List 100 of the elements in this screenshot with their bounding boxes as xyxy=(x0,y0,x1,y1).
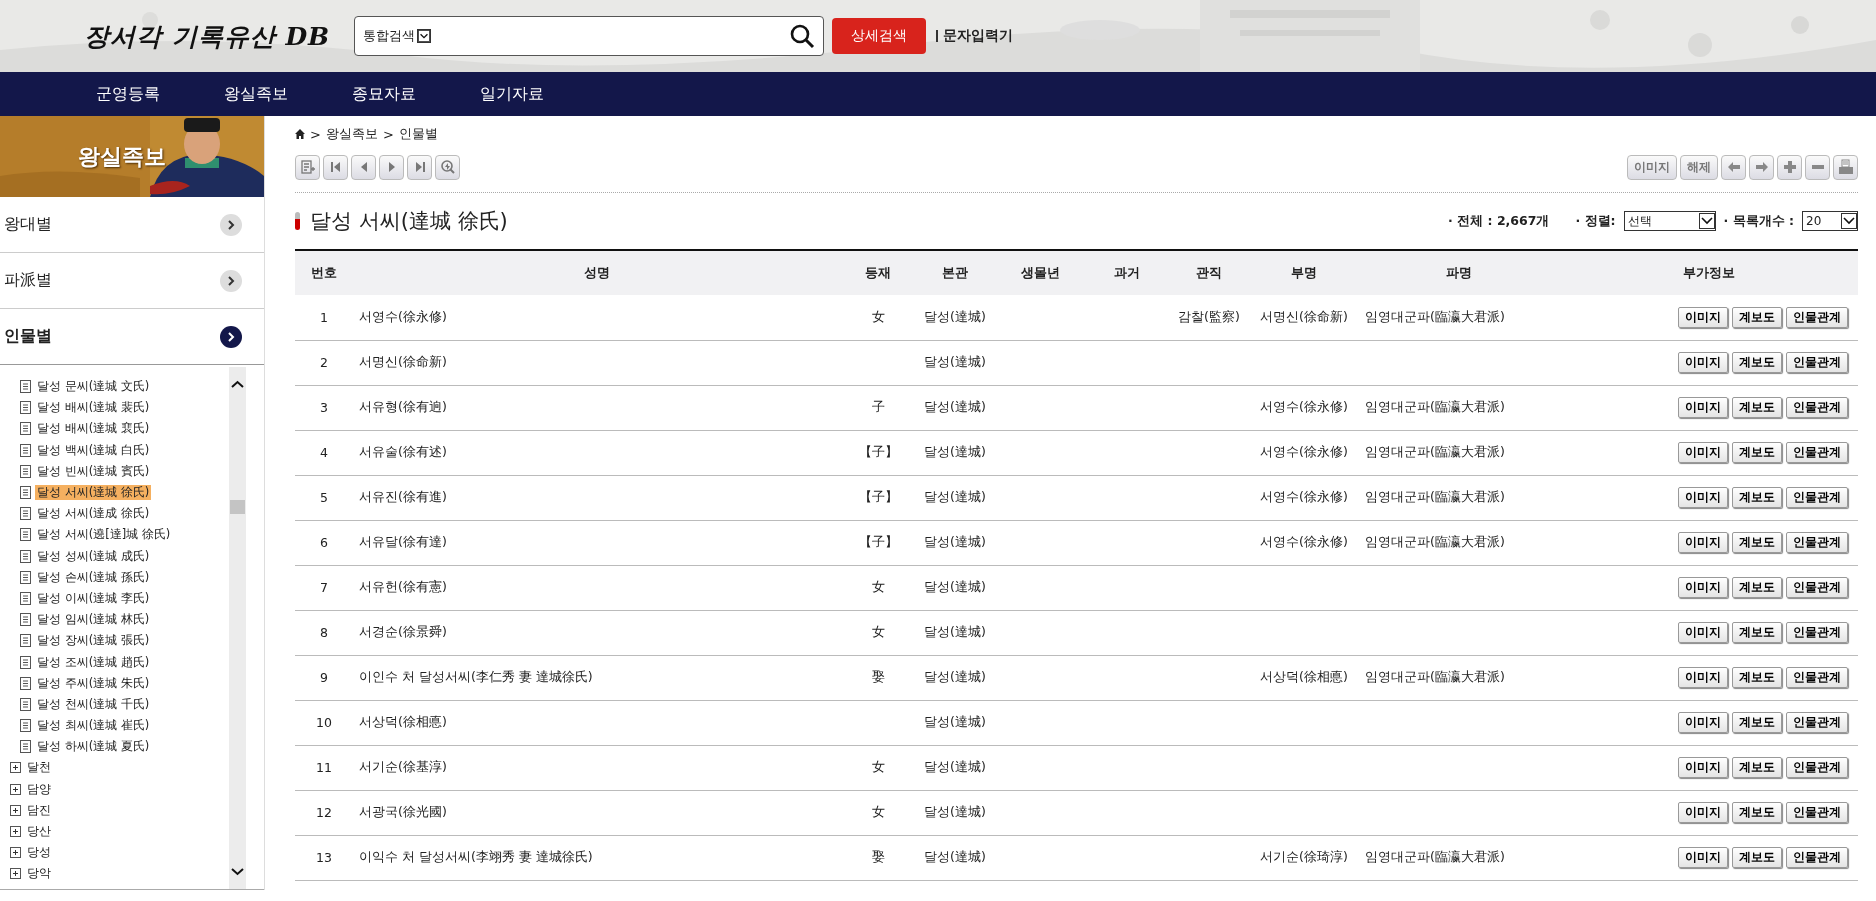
row-action-button[interactable]: 인물관계 xyxy=(1786,352,1848,373)
row-action-button[interactable]: 계보도 xyxy=(1732,757,1782,778)
row-action-button[interactable]: 계보도 xyxy=(1732,442,1782,463)
row-action-button[interactable]: 계보도 xyxy=(1732,532,1782,553)
row-action-button[interactable]: 이미지 xyxy=(1678,487,1728,508)
expand-icon[interactable] xyxy=(10,762,21,774)
row-action-button[interactable]: 이미지 xyxy=(1678,757,1728,778)
sidebar-item[interactable]: 왕대별 xyxy=(0,197,264,253)
zoom-refresh-button[interactable] xyxy=(435,154,460,180)
tree-item[interactable]: 달성 문씨(達城 文氏) xyxy=(35,379,152,395)
row-action-button[interactable]: 이미지 xyxy=(1678,352,1728,373)
tree-item[interactable]: 달성 임씨(達城 林氏) xyxy=(35,612,152,628)
row-action-button[interactable]: 이미지 xyxy=(1678,712,1728,733)
row-action-button[interactable]: 인물관계 xyxy=(1786,577,1848,598)
row-action-button[interactable]: 계보도 xyxy=(1732,487,1782,508)
row-action-button[interactable]: 인물관계 xyxy=(1786,712,1848,733)
sidebar-item[interactable]: 인물별 xyxy=(0,309,264,365)
tree-item[interactable]: 달성 천씨(達城 千氏) xyxy=(35,696,152,712)
expand-icon[interactable] xyxy=(10,783,21,795)
breadcrumb-link[interactable]: 왕실족보 xyxy=(325,125,378,143)
page-size-select[interactable]: 20 xyxy=(1802,211,1858,231)
row-action-button[interactable]: 인물관계 xyxy=(1786,306,1848,328)
tree-item[interactable]: 달성 손씨(達城 孫氏) xyxy=(35,569,152,585)
chevron-up-icon[interactable] xyxy=(230,379,245,389)
row-action-button[interactable]: 이미지 xyxy=(1678,847,1728,868)
sidebar-item[interactable]: 파派별 xyxy=(0,253,264,309)
tree-item[interactable]: 달성 이씨(達城 李氏) xyxy=(35,590,152,606)
search-field[interactable]: 통합검색 xyxy=(354,16,824,56)
row-action-button[interactable]: 인물관계 xyxy=(1786,847,1848,868)
tree-item[interactable]: 당산 xyxy=(25,824,53,840)
expand-icon[interactable] xyxy=(10,804,21,816)
expand-icon[interactable] xyxy=(10,826,21,838)
scrollbar-thumb[interactable] xyxy=(230,500,245,514)
row-action-button[interactable]: 이미지 xyxy=(1678,802,1728,823)
tree-item[interactable]: 달성 조씨(達城 趙氏) xyxy=(35,654,152,670)
row-action-button[interactable]: 계보도 xyxy=(1732,306,1782,328)
row-action-button[interactable]: 인물관계 xyxy=(1786,487,1848,508)
row-action-button[interactable]: 인물관계 xyxy=(1786,532,1848,553)
tree-item[interactable]: 달성 하씨(達城 夏氏) xyxy=(35,739,152,755)
home-icon[interactable] xyxy=(295,129,305,139)
nav-item[interactable]: 일기자료 xyxy=(480,83,608,105)
tree-item[interactable]: 달성 주씨(達城 朱氏) xyxy=(35,675,152,691)
tree-item[interactable]: 달성 빈씨(達城 賓氏) xyxy=(35,463,152,479)
tree-item[interactable]: 달성 최씨(達城 崔氏) xyxy=(35,718,152,734)
plus-button[interactable] xyxy=(1777,154,1802,180)
breadcrumb-link[interactable]: 인물별 xyxy=(398,125,438,143)
tree-item[interactable]: 달천 xyxy=(25,760,53,776)
row-action-button[interactable]: 이미지 xyxy=(1678,397,1728,418)
row-action-button[interactable]: 이미지 xyxy=(1678,306,1728,328)
tree-item[interactable]: 당성 xyxy=(25,845,53,861)
nav-item[interactable]: 왕실족보 xyxy=(224,83,352,105)
chevron-down-icon[interactable] xyxy=(230,867,245,877)
row-action-button[interactable]: 계보도 xyxy=(1732,712,1782,733)
first-page-button[interactable] xyxy=(323,154,348,180)
tree-item[interactable]: 달성 서씨(遶[達]城 徐氏) xyxy=(35,527,173,543)
row-action-button[interactable]: 이미지 xyxy=(1678,577,1728,598)
search-icon[interactable] xyxy=(789,23,815,49)
row-action-button[interactable]: 인물관계 xyxy=(1786,757,1848,778)
tree-item[interactable]: 달성 배씨(達城 裵氏) xyxy=(35,421,152,437)
site-logo[interactable]: 장서각 기록유산 DB xyxy=(84,19,354,53)
expand-icon[interactable] xyxy=(10,868,21,880)
previous-button[interactable] xyxy=(351,154,376,180)
next-button[interactable] xyxy=(379,154,404,180)
row-action-button[interactable]: 이미지 xyxy=(1678,622,1728,643)
last-page-button[interactable] xyxy=(407,154,432,180)
row-action-button[interactable]: 계보도 xyxy=(1732,667,1782,688)
scope-select[interactable]: 통합검색 xyxy=(363,27,431,45)
row-action-button[interactable]: 인물관계 xyxy=(1786,667,1848,688)
tree-item[interactable]: 달성 서씨(達成 徐氏) xyxy=(35,506,152,522)
viewer-button[interactable]: 이미지 xyxy=(1627,154,1677,180)
row-action-button[interactable]: 계보도 xyxy=(1732,847,1782,868)
character-input-link[interactable]: 문자입력기 xyxy=(942,27,1013,45)
arrow-left-button[interactable] xyxy=(1721,154,1746,180)
row-action-button[interactable]: 인물관계 xyxy=(1786,802,1848,823)
list-add-button[interactable] xyxy=(295,154,320,180)
row-action-button[interactable]: 계보도 xyxy=(1732,577,1782,598)
tree-item[interactable]: 달성 서씨(達城 徐氏) xyxy=(35,485,152,501)
detail-search-button[interactable]: 상세검색 xyxy=(832,18,926,54)
row-action-button[interactable]: 계보도 xyxy=(1732,622,1782,643)
arrow-right-button[interactable] xyxy=(1749,154,1774,180)
scrollbar[interactable] xyxy=(229,367,246,889)
tree-item[interactable]: 달성 성씨(達城 成氏) xyxy=(35,548,152,564)
row-action-button[interactable]: 인물관계 xyxy=(1786,442,1848,463)
row-action-button[interactable]: 인물관계 xyxy=(1786,397,1848,418)
nav-item[interactable]: 군영등록 xyxy=(96,83,224,105)
row-action-button[interactable]: 계보도 xyxy=(1732,397,1782,418)
print-button[interactable] xyxy=(1833,154,1858,180)
tree-item[interactable]: 당악 xyxy=(25,866,53,882)
tree-item[interactable]: 달성 배씨(達城 裴氏) xyxy=(35,400,152,416)
expand-icon[interactable] xyxy=(10,847,21,859)
tree-item[interactable]: 담양 xyxy=(25,781,53,797)
sort-select[interactable]: 선택 xyxy=(1623,211,1716,231)
row-action-button[interactable]: 인물관계 xyxy=(1786,622,1848,643)
tree-item[interactable]: 달성 장씨(達城 張氏) xyxy=(35,633,152,649)
row-action-button[interactable]: 이미지 xyxy=(1678,532,1728,553)
row-action-button[interactable]: 이미지 xyxy=(1678,442,1728,463)
nav-item[interactable]: 종묘자료 xyxy=(352,83,480,105)
row-action-button[interactable]: 이미지 xyxy=(1678,667,1728,688)
tree-item[interactable]: 담진 xyxy=(25,802,53,818)
row-action-button[interactable]: 계보도 xyxy=(1732,802,1782,823)
